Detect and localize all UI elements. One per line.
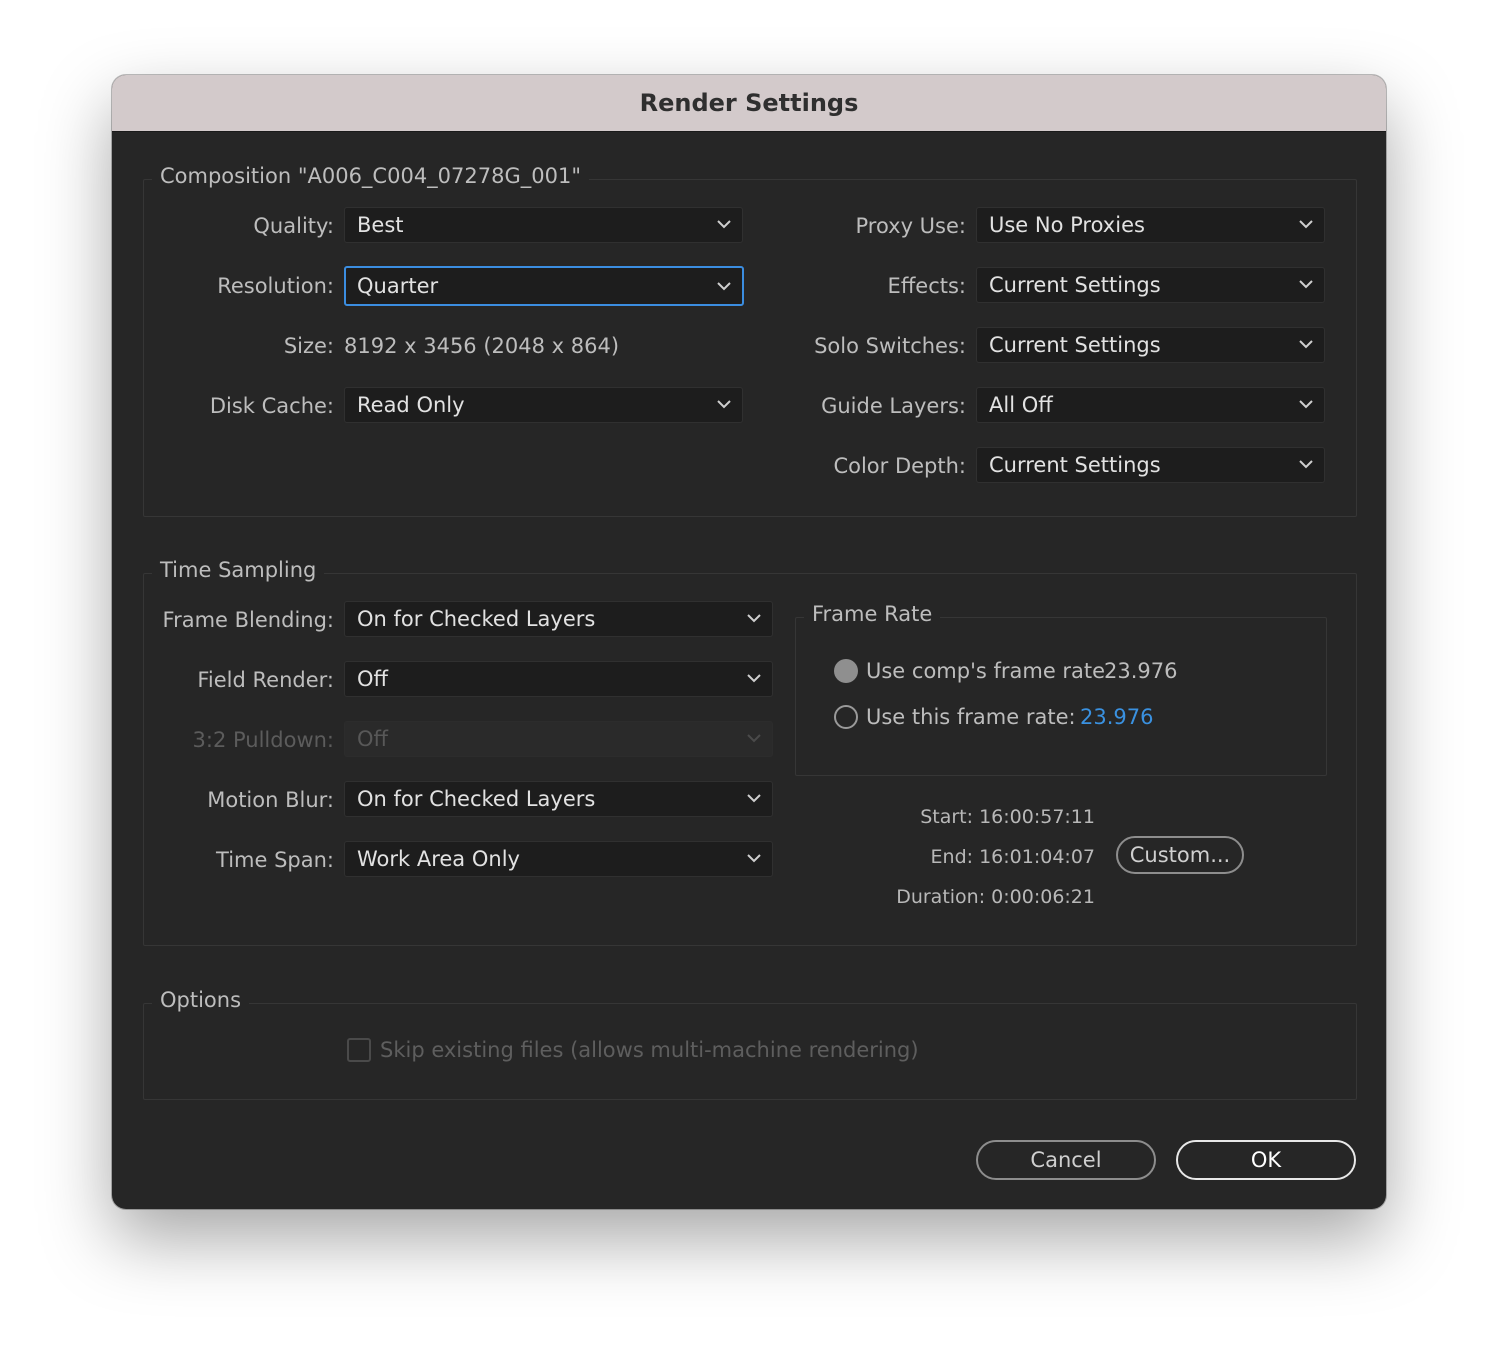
proxy-use-value: Use No Proxies	[989, 213, 1145, 237]
dialog-title: Render Settings	[639, 89, 859, 117]
frame-blending-value: On for Checked Layers	[357, 607, 596, 631]
disk-cache-label: Disk Cache:	[209, 394, 334, 418]
comp-frame-rate-value: 23.976	[1104, 659, 1178, 683]
skip-existing-checkbox[interactable]	[347, 1038, 371, 1062]
solo-switches-label: Solo Switches:	[814, 334, 966, 358]
field-render-value: Off	[357, 667, 388, 691]
chevron-down-icon	[1299, 340, 1313, 349]
disk-cache-value: Read Only	[357, 393, 465, 417]
frame-blending-dropdown[interactable]: On for Checked Layers	[344, 601, 773, 637]
motion-blur-label: Motion Blur:	[207, 788, 334, 812]
quality-label: Quality:	[253, 214, 334, 238]
time-sampling-legend: Time Sampling	[152, 558, 325, 582]
chevron-down-icon	[1299, 280, 1313, 289]
color-depth-dropdown[interactable]: Current Settings	[976, 447, 1325, 483]
effects-label: Effects:	[887, 274, 966, 298]
quality-value: Best	[357, 213, 404, 237]
guide-layers-value: All Off	[989, 393, 1053, 417]
effects-dropdown[interactable]: Current Settings	[976, 267, 1325, 303]
render-settings-dialog: Render Settings Composition "A006_C004_0…	[112, 75, 1386, 1209]
field-render-label: Field Render:	[197, 668, 334, 692]
end-time: End: 16:01:04:07	[930, 846, 1095, 868]
resolution-value: Quarter	[357, 274, 439, 298]
time-span-label: Time Span:	[216, 848, 334, 872]
frame-rate-legend: Frame Rate	[804, 602, 941, 626]
custom-button[interactable]: Custom...	[1116, 836, 1244, 874]
pulldown-dropdown: Off	[344, 721, 773, 757]
quality-dropdown[interactable]: Best	[344, 207, 743, 243]
solo-switches-dropdown[interactable]: Current Settings	[976, 327, 1325, 363]
time-span-dropdown[interactable]: Work Area Only	[344, 841, 773, 877]
size-value: 8192 x 3456 (2048 x 864)	[344, 334, 620, 358]
frame-rate-group	[795, 617, 1327, 776]
title-bar: Render Settings	[112, 75, 1386, 132]
use-this-frame-rate-label[interactable]: Use this frame rate:	[866, 698, 1076, 736]
guide-layers-label: Guide Layers:	[821, 394, 966, 418]
start-time: Start: 16:00:57:11	[920, 806, 1095, 828]
disk-cache-dropdown[interactable]: Read Only	[344, 387, 743, 423]
chevron-down-icon	[747, 674, 761, 683]
time-span-value: Work Area Only	[357, 847, 520, 871]
chevron-down-icon	[717, 282, 731, 291]
chevron-down-icon	[717, 220, 731, 229]
duration-time: Duration: 0:00:06:21	[896, 886, 1095, 908]
color-depth-value: Current Settings	[989, 453, 1161, 477]
skip-existing-label[interactable]: Skip existing files (allows multi-machin…	[380, 1031, 919, 1069]
field-render-dropdown[interactable]: Off	[344, 661, 773, 697]
proxy-use-dropdown[interactable]: Use No Proxies	[976, 207, 1325, 243]
use-comp-frame-rate-radio[interactable]	[834, 659, 858, 683]
chevron-down-icon	[717, 400, 731, 409]
chevron-down-icon	[747, 734, 761, 743]
options-legend: Options	[152, 988, 250, 1012]
chevron-down-icon	[747, 794, 761, 803]
proxy-use-label: Proxy Use:	[855, 214, 966, 238]
this-frame-rate-value[interactable]: 23.976	[1080, 698, 1153, 736]
cancel-button[interactable]: Cancel	[976, 1140, 1156, 1180]
motion-blur-value: On for Checked Layers	[357, 787, 596, 811]
composition-legend: Composition "A006_C004_07278G_001"	[152, 164, 589, 188]
solo-switches-value: Current Settings	[989, 333, 1161, 357]
use-comp-frame-rate-label[interactable]: Use comp's frame rate	[866, 652, 1105, 690]
pulldown-label: 3:2 Pulldown:	[192, 728, 334, 752]
resolution-label: Resolution:	[217, 274, 334, 298]
guide-layers-dropdown[interactable]: All Off	[976, 387, 1325, 423]
effects-value: Current Settings	[989, 273, 1161, 297]
chevron-down-icon	[1299, 220, 1313, 229]
chevron-down-icon	[747, 614, 761, 623]
resolution-dropdown[interactable]: Quarter	[344, 266, 744, 306]
use-this-frame-rate-radio[interactable]	[834, 705, 858, 729]
chevron-down-icon	[1299, 400, 1313, 409]
pulldown-value: Off	[357, 727, 388, 751]
color-depth-label: Color Depth:	[833, 454, 966, 478]
chevron-down-icon	[747, 854, 761, 863]
ok-button[interactable]: OK	[1176, 1140, 1356, 1180]
motion-blur-dropdown[interactable]: On for Checked Layers	[344, 781, 773, 817]
size-label: Size:	[283, 334, 334, 358]
chevron-down-icon	[1299, 460, 1313, 469]
frame-blending-label: Frame Blending:	[162, 608, 334, 632]
